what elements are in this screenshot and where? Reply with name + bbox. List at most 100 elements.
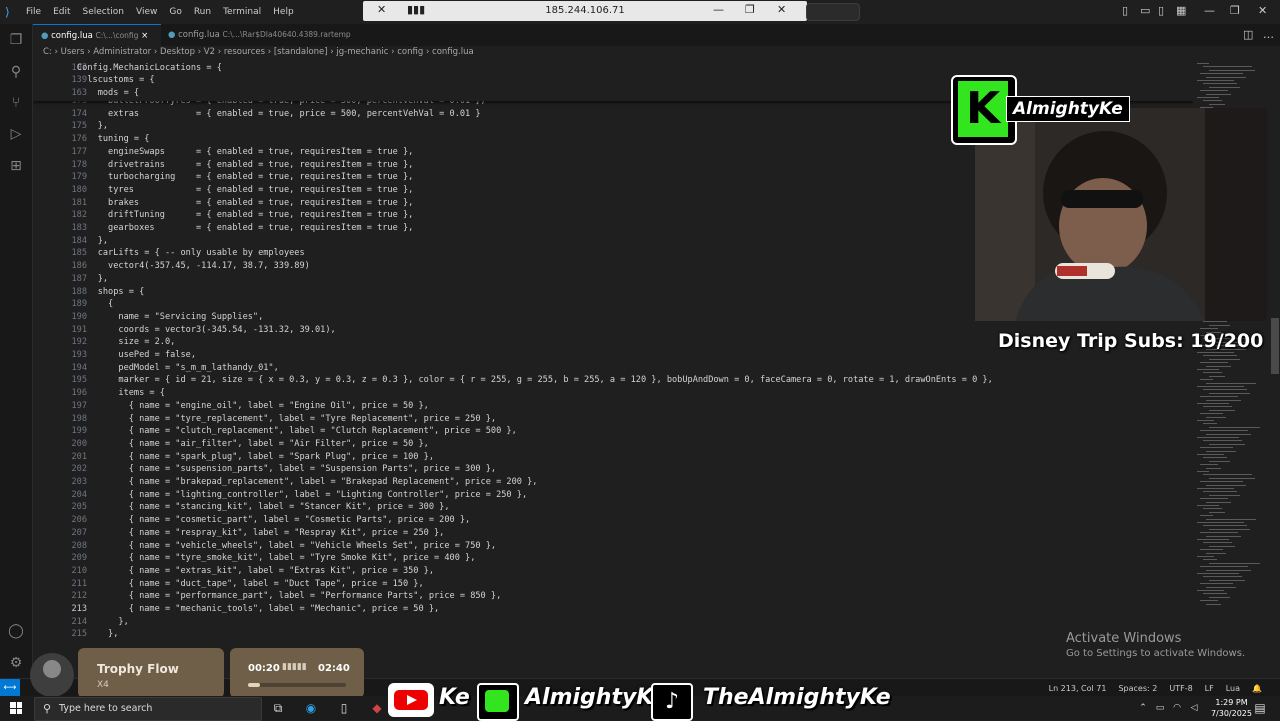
minimap-line <box>1206 484 1246 486</box>
minimap-line <box>1209 545 1235 547</box>
tray-overflow-icon[interactable]: ⌃ <box>1135 700 1151 716</box>
close-icon[interactable]: ✕ <box>777 3 786 16</box>
command-center[interactable] <box>806 3 860 21</box>
minimap-line <box>1197 488 1234 489</box>
line-code: { name = "brakepad_replacement", label =… <box>77 477 538 487</box>
split-editor-icon[interactable]: ◫ <box>1243 28 1253 41</box>
run-debug-icon[interactable]: ▷ <box>7 125 25 143</box>
source-control-icon[interactable]: ⑂ <box>7 94 25 112</box>
minimap-line <box>1206 467 1221 469</box>
minimap-line <box>1197 573 1239 574</box>
minimap-line <box>1209 324 1230 326</box>
activate-windows-watermark: Activate Windows Go to Settings to activ… <box>1066 631 1245 659</box>
layout-sidebar-icon[interactable]: ▯ <box>1122 4 1128 17</box>
line-code: { name = "air_filter", label = "Air Filt… <box>77 438 429 449</box>
minimap-line <box>1209 86 1240 88</box>
menu-file[interactable]: File <box>20 7 47 17</box>
webcam-figure <box>975 108 1267 321</box>
music-widget: Trophy Flow X4 00:20 ▮▮▮▮▮ 02:40 <box>20 645 365 700</box>
menu-help[interactable]: Help <box>267 7 300 17</box>
line-code: name = "Servicing Supplies", <box>77 311 264 322</box>
menu-run[interactable]: Run <box>188 7 217 17</box>
minimap-line <box>1209 69 1255 71</box>
menu-terminal[interactable]: Terminal <box>217 7 267 17</box>
wifi-icon[interactable]: ◠ <box>1169 700 1185 716</box>
account-icon[interactable]: ◯ <box>7 622 25 640</box>
window-restore-icon[interactable]: ❐ <box>1230 4 1240 17</box>
minimap-line <box>1197 522 1244 523</box>
volume-icon[interactable]: ◁ <box>1186 700 1202 716</box>
tab-config-lua-temp[interactable]: ● config.lua C:\...\Rar$DIa40640.4389.ra… <box>160 24 366 46</box>
language-mode[interactable]: Lua <box>1220 684 1246 693</box>
taskbar-search[interactable]: ⚲ Type here to search <box>34 697 262 721</box>
watermark-subtitle: Go to Settings to activate Windows. <box>1066 648 1246 659</box>
minimize-icon[interactable]: — <box>713 3 724 16</box>
search-icon: ⚲ <box>43 702 52 715</box>
line-code: pedModel = "s_m_m_lathandy_01", <box>77 362 279 373</box>
explorer-icon[interactable]: ❐ <box>7 31 25 49</box>
minimap-line <box>1197 386 1244 387</box>
tab-label: config.lua <box>51 31 93 41</box>
extensions-icon[interactable]: ⊞ <box>7 157 25 175</box>
close-icon[interactable]: × <box>141 31 148 41</box>
minimap-line <box>1203 593 1227 595</box>
remote-ip: 185.244.106.71 <box>545 5 625 16</box>
minimap-line <box>1209 511 1225 513</box>
window-minimize-icon[interactable]: — <box>1204 4 1215 17</box>
notifications-icon[interactable]: 🔔 <box>1246 684 1268 693</box>
app-icon[interactable]: ◆ <box>369 700 385 716</box>
line-code: { name = "engine_oil", label = "Engine O… <box>77 400 429 411</box>
menu-go[interactable]: Go <box>163 7 187 17</box>
file-icon[interactable]: ▯ <box>336 700 352 716</box>
layout-secondary-icon[interactable]: ▯ <box>1158 4 1164 17</box>
minimap-line <box>1200 515 1213 517</box>
minimap-line <box>1206 382 1256 384</box>
layout-custom-icon[interactable]: ▦ <box>1176 4 1186 17</box>
menu-view[interactable]: View <box>130 7 163 17</box>
minimap-line <box>1203 83 1237 85</box>
minimap-line <box>1206 433 1251 435</box>
menu-selection[interactable]: Selection <box>77 7 130 17</box>
window-close-icon[interactable]: ✕ <box>1258 4 1267 17</box>
minimap-line <box>1209 375 1225 377</box>
edge-icon[interactable]: ◉ <box>303 700 319 716</box>
minimap-line <box>1203 372 1222 374</box>
line-code: }, <box>77 616 129 627</box>
menu-edit[interactable]: Edit <box>47 7 76 17</box>
minimap-line <box>1206 603 1221 605</box>
scrollbar-thumb[interactable] <box>1271 318 1279 374</box>
vscode-logo-icon: ⟩ <box>5 5 10 19</box>
remote-indicator[interactable]: ⟷ <box>0 679 20 697</box>
editor-tabs: ● config.lua C:\...\config × ● config.lu… <box>33 24 1280 47</box>
more-actions-icon[interactable]: … <box>1263 28 1274 41</box>
line-code: usePed = false, <box>77 350 196 360</box>
line-code: { <box>77 299 114 310</box>
restore-icon[interactable]: ❐ <box>745 3 755 16</box>
line-code: }, <box>77 273 109 284</box>
minimap-line <box>1203 100 1222 102</box>
minimap-line <box>1197 590 1224 591</box>
breadcrumb[interactable]: C: › Users › Administrator › Desktop › V… <box>43 47 474 61</box>
indentation[interactable]: Spaces: 2 <box>1112 684 1163 693</box>
album-art <box>30 653 74 697</box>
line-code: tyres = { enabled = true, requiresItem =… <box>77 184 414 195</box>
tab-config-lua[interactable]: ● config.lua C:\...\config × <box>33 24 161 47</box>
network-icon[interactable]: ▭ <box>1152 700 1168 716</box>
taskbar-clock[interactable]: 1:29 PM 7/30/2025 <box>1211 697 1252 719</box>
line-code: extras = { enabled = true, price = 500, … <box>77 108 481 119</box>
search-placeholder: Type here to search <box>59 703 153 714</box>
line-ending[interactable]: LF <box>1199 684 1220 693</box>
search-icon[interactable]: ⚲ <box>7 63 25 81</box>
minimap-line <box>1197 403 1229 404</box>
line-code: carLifts = { -- only usable by employees <box>77 248 305 259</box>
minimap-line <box>1197 369 1219 370</box>
windows-start-icon[interactable] <box>10 702 22 714</box>
line-code: { name = "tyre_replacement", label = "Ty… <box>77 413 497 424</box>
notification-center-icon[interactable]: ▤ <box>1252 700 1268 716</box>
encoding[interactable]: UTF-8 <box>1163 684 1198 693</box>
line-code: coords = vector3(-345.54, -131.32, 39.01… <box>77 324 336 335</box>
layout-panel-icon[interactable]: ▭ <box>1140 4 1150 17</box>
cursor-position[interactable]: Ln 213, Col 71 <box>1043 684 1113 693</box>
task-view-icon[interactable]: ⧉ <box>270 700 286 716</box>
clock-time: 1:29 PM <box>1215 698 1248 707</box>
